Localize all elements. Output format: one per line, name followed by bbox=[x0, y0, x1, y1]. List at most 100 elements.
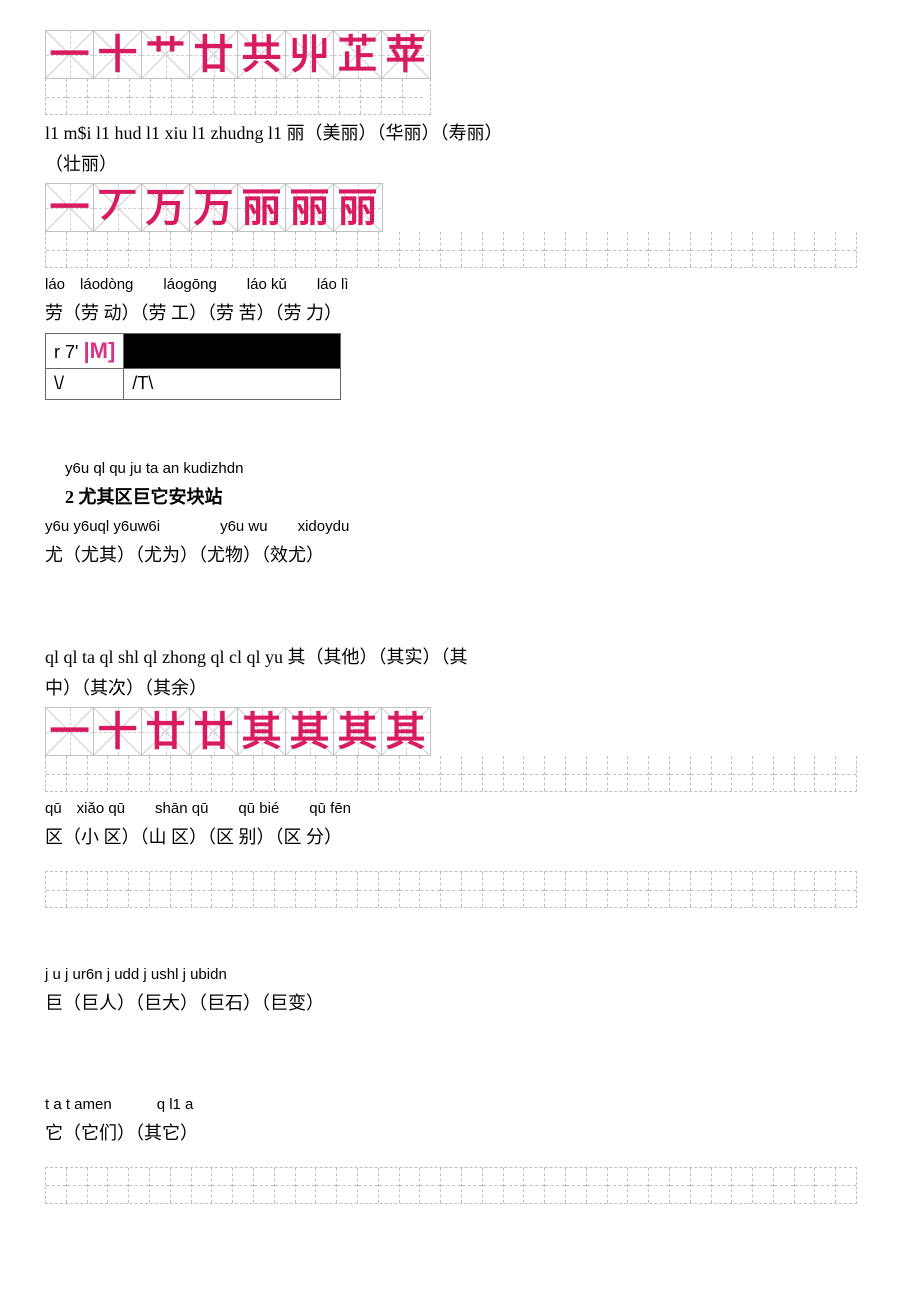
practice-cell bbox=[88, 79, 109, 114]
practice-cell bbox=[130, 79, 151, 114]
practice-cell bbox=[649, 232, 670, 267]
practice-cell bbox=[337, 232, 358, 267]
practice-cell bbox=[88, 1168, 109, 1203]
practice-cell bbox=[815, 232, 836, 267]
practice-cell bbox=[379, 872, 400, 907]
pinyin-ju: j u j ur6n j udd j ushl j ubidn bbox=[45, 964, 875, 985]
practice-cell bbox=[441, 756, 462, 791]
practice-cell bbox=[712, 232, 733, 267]
practice-cell bbox=[545, 756, 566, 791]
practice-cell bbox=[172, 79, 193, 114]
practice-cell bbox=[691, 232, 712, 267]
practice-cell bbox=[483, 756, 504, 791]
practice-cell bbox=[298, 79, 319, 114]
practice-cell bbox=[46, 872, 67, 907]
practice-cell bbox=[46, 232, 67, 267]
practice-cell bbox=[254, 756, 275, 791]
practice-cell bbox=[88, 756, 109, 791]
practice-cell bbox=[88, 872, 109, 907]
practice-cell bbox=[316, 1168, 337, 1203]
pinyin-you: y6u y6uql y6uw6i y6u wu xidoydu bbox=[45, 516, 875, 537]
stroke-cell: 丱 bbox=[286, 31, 334, 78]
practice-cell bbox=[670, 232, 691, 267]
stroke-cells: 一十廿廿其其其其 bbox=[45, 707, 431, 756]
practice-cell bbox=[212, 1168, 233, 1203]
practice-cell bbox=[212, 232, 233, 267]
practice-cell bbox=[524, 872, 545, 907]
practice-cell bbox=[192, 232, 213, 267]
practice-cell bbox=[109, 79, 130, 114]
stroke-cell: 一 bbox=[46, 31, 94, 78]
practice-cell bbox=[171, 756, 192, 791]
stroke-order-row-1: 一十艹廿共丱芷苹 bbox=[45, 30, 875, 115]
practice-cell bbox=[649, 756, 670, 791]
practice-cell bbox=[316, 872, 337, 907]
pinyin-header-2: y6u ql qu ju ta an kudizhdn bbox=[65, 458, 875, 479]
practice-cell bbox=[400, 756, 421, 791]
practice-cell bbox=[441, 232, 462, 267]
practice-cell bbox=[233, 872, 254, 907]
practice-cell bbox=[340, 79, 361, 114]
practice-grid bbox=[45, 756, 857, 792]
stroke-cell: 艹 bbox=[142, 31, 190, 78]
practice-cell bbox=[296, 232, 317, 267]
practice-cell bbox=[504, 232, 525, 267]
practice-cell bbox=[649, 872, 670, 907]
practice-cell bbox=[608, 756, 629, 791]
text-lao: 劳（劳 动）（劳 工）（劳 苦）（劳 力） bbox=[45, 301, 875, 326]
practice-cell bbox=[524, 232, 545, 267]
practice-cell bbox=[296, 756, 317, 791]
practice-cell bbox=[150, 1168, 171, 1203]
practice-cell bbox=[587, 232, 608, 267]
practice-cell bbox=[319, 79, 340, 114]
practice-cell bbox=[753, 1168, 774, 1203]
practice-cell bbox=[628, 756, 649, 791]
stroke-cell: 一 bbox=[46, 708, 94, 755]
practice-cell bbox=[670, 1168, 691, 1203]
practice-cell bbox=[171, 1168, 192, 1203]
stroke-cells: 一丆万万丽丽丽 bbox=[45, 183, 383, 232]
practice-cell bbox=[628, 232, 649, 267]
odd-cell: /T\ bbox=[124, 369, 341, 399]
stroke-cell: 苹 bbox=[382, 31, 429, 78]
practice-cell bbox=[691, 1168, 712, 1203]
practice-cell bbox=[379, 756, 400, 791]
practice-cell bbox=[774, 1168, 795, 1203]
practice-cell bbox=[441, 872, 462, 907]
practice-cell bbox=[129, 756, 150, 791]
stroke-cell: 十 bbox=[94, 31, 142, 78]
practice-cell bbox=[400, 872, 421, 907]
stroke-cell: 十 bbox=[94, 708, 142, 755]
practice-cell bbox=[420, 1168, 441, 1203]
practice-cell bbox=[358, 1168, 379, 1203]
practice-cell bbox=[400, 1168, 421, 1203]
practice-cell bbox=[753, 872, 774, 907]
practice-cell bbox=[256, 79, 277, 114]
practice-cell bbox=[628, 872, 649, 907]
practice-cell bbox=[108, 1168, 129, 1203]
practice-cell bbox=[379, 1168, 400, 1203]
practice-cell bbox=[46, 1168, 67, 1203]
practice-cell bbox=[587, 756, 608, 791]
practice-cell bbox=[795, 756, 816, 791]
practice-cell bbox=[150, 756, 171, 791]
practice-cell bbox=[795, 232, 816, 267]
practice-cell bbox=[774, 232, 795, 267]
section-title-2: 2 尤其区巨它安块站 bbox=[65, 485, 875, 510]
practice-cell bbox=[275, 872, 296, 907]
pinyin-lao: láo láodòng láogōng láo kǔ láo lì bbox=[45, 274, 875, 295]
practice-cell bbox=[545, 1168, 566, 1203]
stroke-cell: 丆 bbox=[94, 184, 142, 231]
practice-cell bbox=[587, 872, 608, 907]
practice-cell bbox=[815, 1168, 836, 1203]
practice-cell bbox=[545, 872, 566, 907]
practice-cell bbox=[171, 872, 192, 907]
practice-cell bbox=[67, 79, 88, 114]
stroke-cell: 共 bbox=[238, 31, 286, 78]
practice-cell bbox=[151, 79, 172, 114]
practice-cell bbox=[836, 232, 856, 267]
practice-cell bbox=[129, 1168, 150, 1203]
practice-cell bbox=[192, 872, 213, 907]
stroke-order-row-3: 一十廿廿其其其其 bbox=[45, 707, 875, 792]
practice-cell bbox=[524, 1168, 545, 1203]
